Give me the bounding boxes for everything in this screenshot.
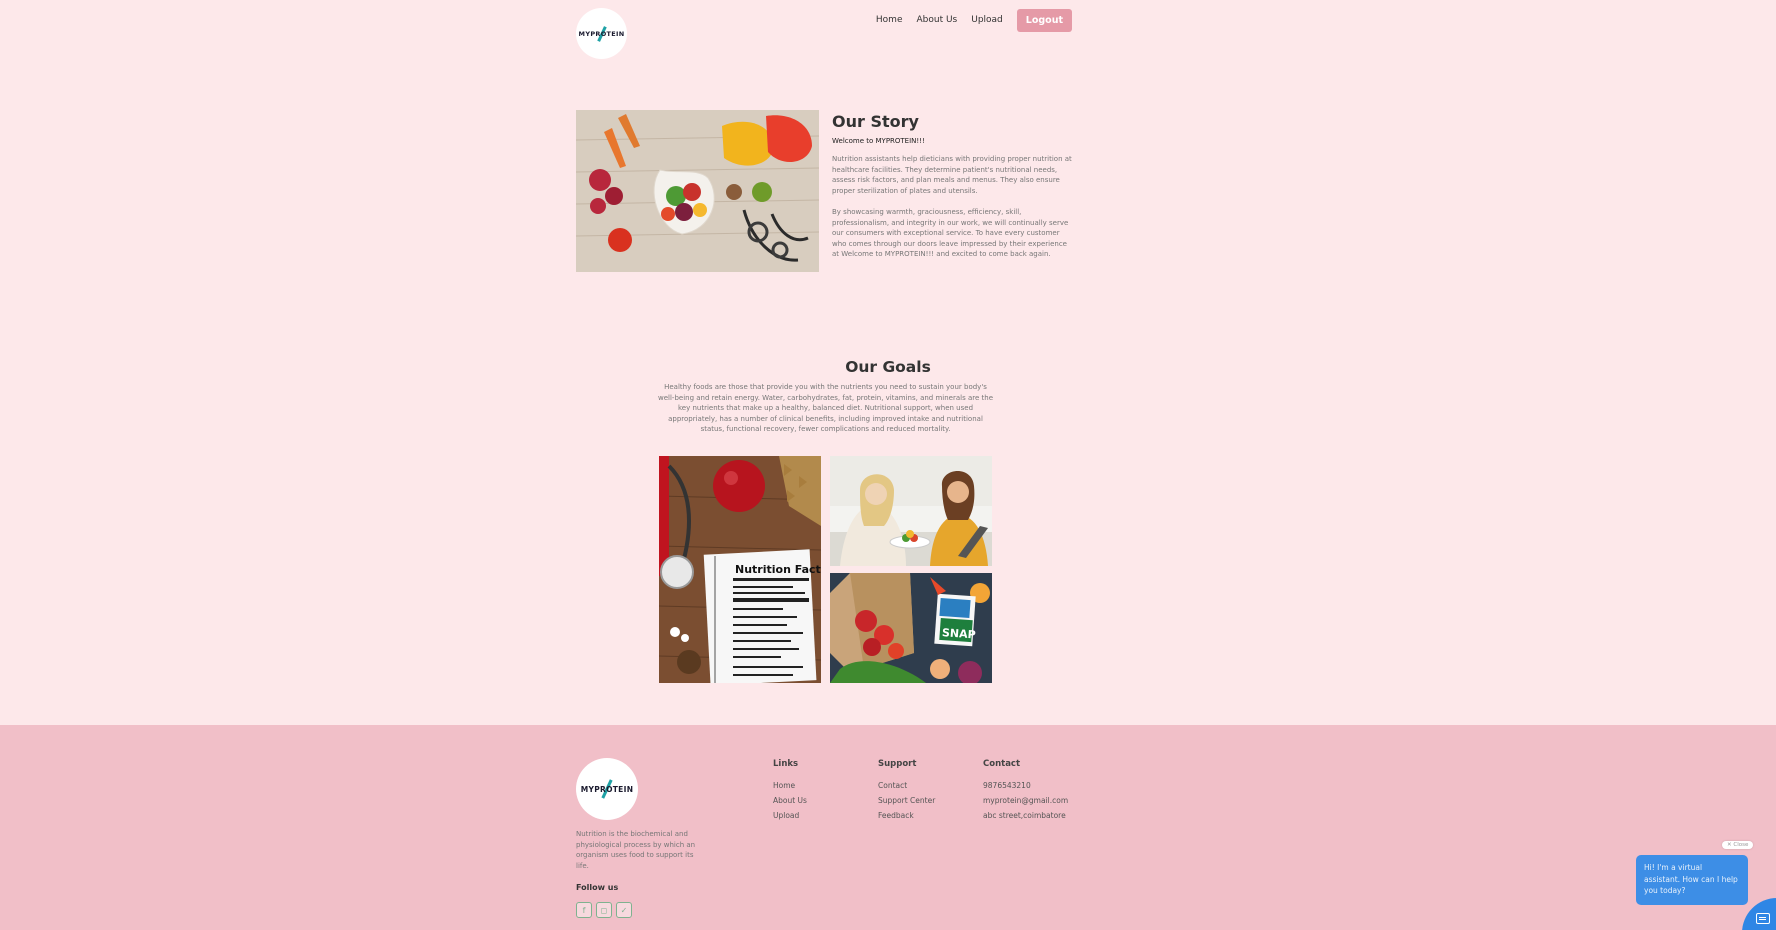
story-section: Our Story Welcome to MYPROTEIN!!! Nutrit… (832, 112, 1076, 271)
footer-logo[interactable]: MYPROTEIN (576, 758, 638, 820)
facebook-icon[interactable]: f (576, 902, 592, 918)
site-footer: MYPROTEIN Nutrition is the biochemical a… (0, 725, 1776, 930)
footer-links-title: Links (773, 759, 799, 769)
footer-link-feedback[interactable]: Feedback (878, 811, 935, 820)
goals-image-women-eating (830, 456, 992, 566)
footer-link-upload[interactable]: Upload (773, 811, 807, 820)
contact-email[interactable]: myprotein@gmail.com (983, 796, 1068, 805)
footer-logo-text: MYPROTEIN (580, 784, 634, 794)
story-title: Our Story (832, 112, 919, 131)
contact-phone[interactable]: 9876543210 (983, 781, 1068, 790)
contact-address: abc street,coimbatore (983, 811, 1066, 820)
nav-upload[interactable]: Upload (971, 15, 1003, 25)
chat-icon[interactable] (1756, 913, 1770, 924)
footer-support-title: Support (878, 759, 917, 769)
footer-links-column: Links Home About Us Upload (773, 759, 807, 826)
logo-text: MYPROTEIN (578, 29, 625, 38)
story-welcome: Welcome to MYPROTEIN!!! (832, 137, 925, 145)
twitter-icon[interactable]: ✓ (616, 902, 632, 918)
story-paragraph-2: By showcasing warmth, graciousness, effi… (832, 208, 1069, 258)
chat-greeting-bubble[interactable]: Hi! I'm a virtual assistant. How can I h… (1636, 855, 1748, 905)
footer-support-column: Support Contact Support Center Feedback (878, 759, 935, 826)
logout-button[interactable]: Logout (1016, 8, 1072, 32)
footer-link-support-center[interactable]: Support Center (878, 796, 935, 805)
footer-contact-title: Contact (983, 759, 1021, 769)
goals-paragraph: Healthy foods are those that provide you… (658, 383, 993, 433)
goals-title-text: Our Goals (845, 358, 931, 376)
footer-link-home[interactable]: Home (773, 781, 807, 790)
goals-title: Our Goals (0, 358, 1776, 376)
goals-image-nutrition-facts: Nutrition Facts (659, 456, 821, 683)
instagram-icon[interactable]: ◻ (596, 902, 612, 918)
social-icons: f ◻ ✓ (576, 902, 632, 918)
goals-image-grocery-snap: SNAP (830, 573, 992, 683)
site-header: MYPROTEIN Home About Us Upload Logout (576, 8, 1072, 60)
footer-description: Nutrition is the biochemical and physiol… (576, 830, 696, 870)
story-image (576, 110, 819, 272)
nav-home[interactable]: Home (876, 15, 903, 25)
main-nav: Home About Us Upload Logout (862, 8, 1072, 32)
follow-us-label: Follow us (576, 883, 619, 892)
nav-about-us[interactable]: About Us (916, 15, 957, 25)
chat-close-button[interactable]: ✕ Close (1722, 841, 1754, 849)
footer-link-contact[interactable]: Contact (878, 781, 935, 790)
footer-link-about-us[interactable]: About Us (773, 796, 807, 805)
story-paragraph-1: Nutrition assistants help dieticians wit… (832, 155, 1072, 195)
footer-contact-column: Contact 9876543210 myprotein@gmail.com a… (983, 759, 1068, 826)
site-logo[interactable]: MYPROTEIN (576, 8, 627, 59)
nutrition-facts-text: Nutrition Facts (735, 563, 821, 576)
snap-text: SNAP (942, 626, 977, 641)
